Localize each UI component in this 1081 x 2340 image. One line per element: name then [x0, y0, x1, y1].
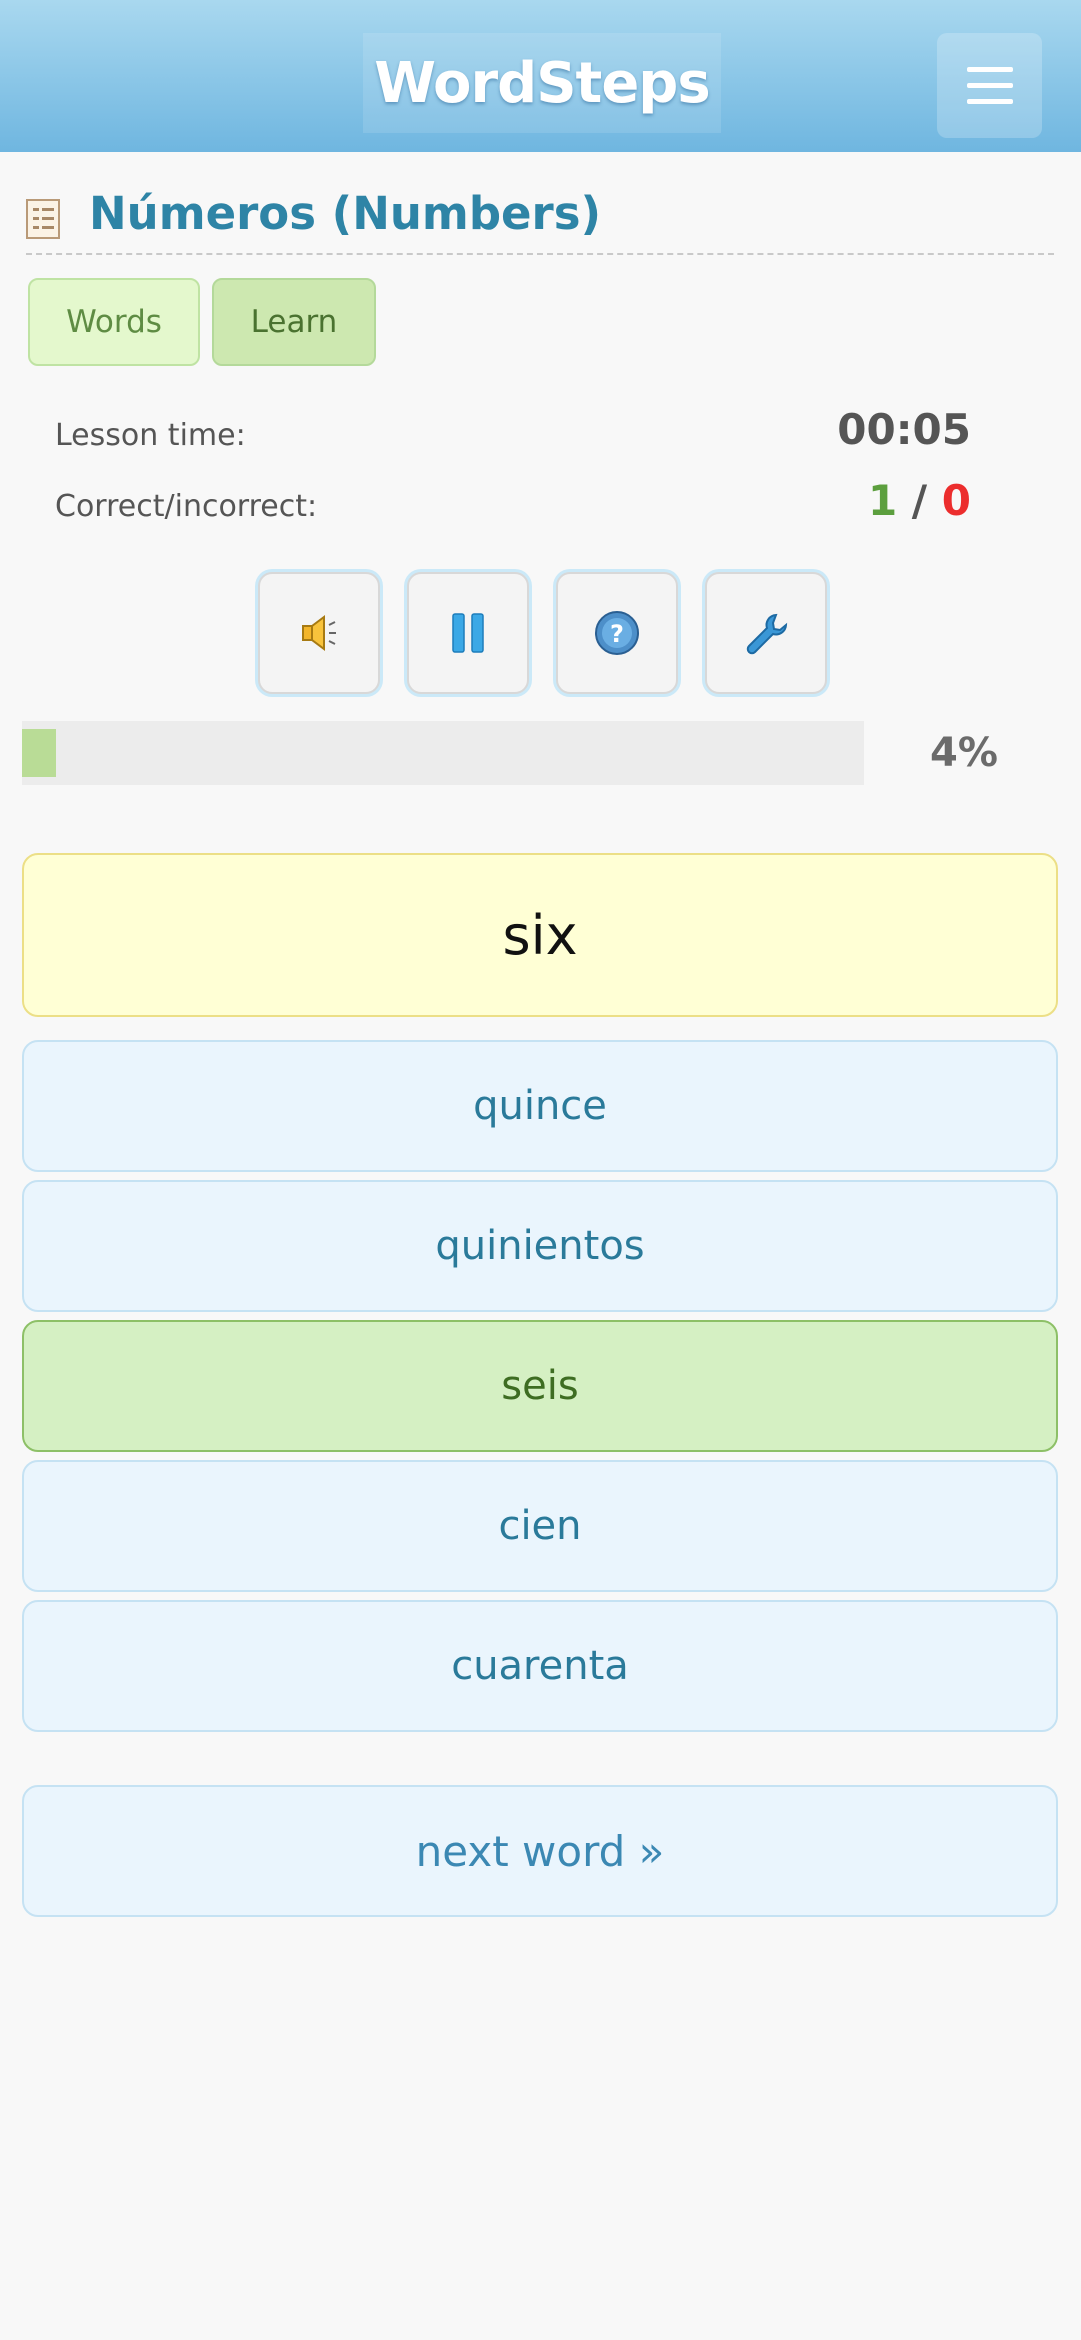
wordsteps-logo[interactable]: WordSteps [363, 33, 721, 133]
page-title: Números (Numbers) [89, 187, 602, 240]
wrench-icon [746, 613, 788, 655]
score-separator: / [911, 476, 928, 525]
app-header: WordSteps [0, 0, 1081, 152]
word-prompt: six [22, 853, 1058, 1017]
speaker-icon [302, 615, 336, 651]
lesson-title-row: Números (Numbers) [26, 183, 1054, 255]
correct-count: 1 [867, 476, 898, 525]
tab-words[interactable]: Words [28, 278, 200, 366]
answer-option[interactable]: quince [22, 1040, 1058, 1172]
lesson-time-label: Lesson time: [55, 418, 246, 453]
answer-option[interactable]: cien [22, 1460, 1058, 1592]
question-icon: ? [595, 611, 639, 655]
tab-learn[interactable]: Learn [212, 278, 376, 366]
svg-text:?: ? [610, 620, 624, 648]
pause-icon [452, 613, 484, 653]
list-icon [26, 199, 60, 239]
next-word-button[interactable]: next word » [22, 1785, 1058, 1917]
settings-button[interactable] [705, 572, 827, 694]
lesson-time-value: 00:05 [837, 405, 971, 454]
sound-button[interactable] [258, 572, 380, 694]
answer-option-correct[interactable]: seis [22, 1320, 1058, 1452]
score-value: 1 / 0 [868, 476, 971, 525]
score-label: Correct/incorrect: [55, 489, 318, 524]
progress-percent: 4% [930, 730, 998, 776]
answer-option[interactable]: quinientos [22, 1180, 1058, 1312]
hamburger-menu-icon[interactable] [937, 33, 1042, 138]
incorrect-count: 0 [941, 476, 971, 525]
progress-bar [22, 721, 864, 785]
progress-fill [22, 729, 56, 777]
help-button[interactable]: ? [556, 572, 678, 694]
answer-option[interactable]: cuarenta [22, 1600, 1058, 1732]
pause-button[interactable] [407, 572, 529, 694]
